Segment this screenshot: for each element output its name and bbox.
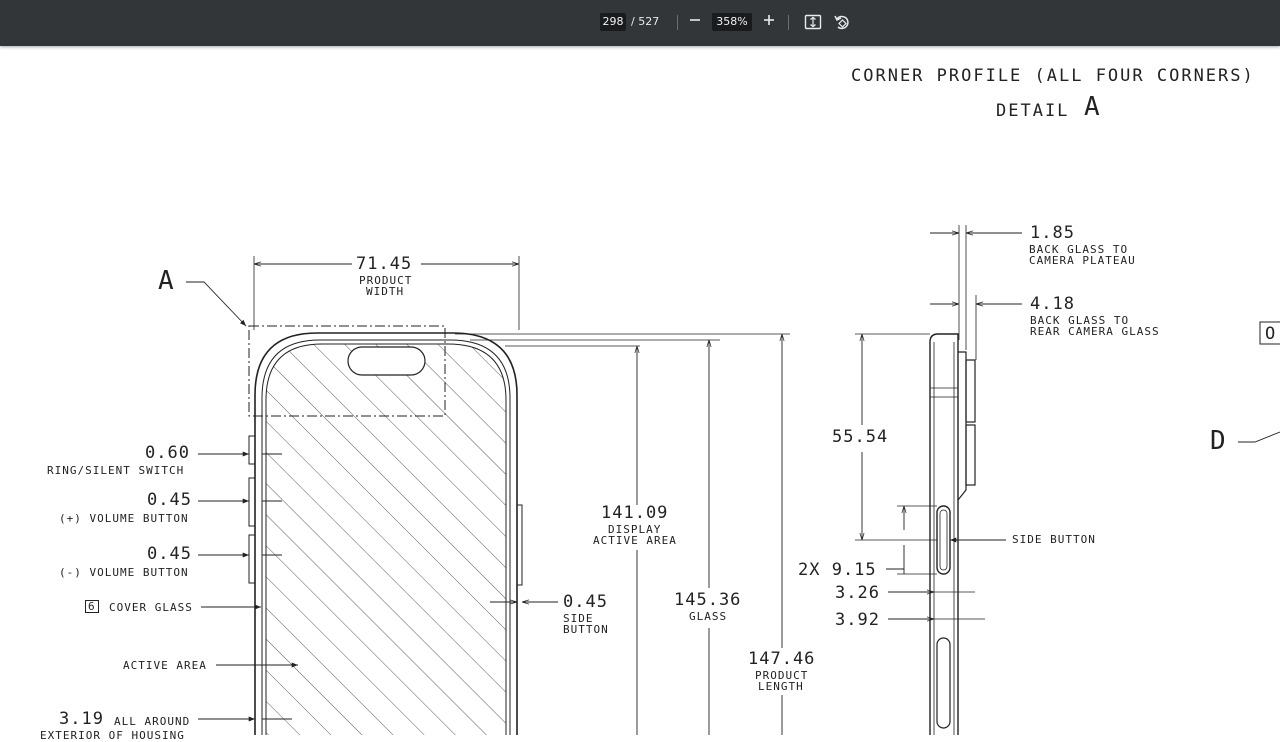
glass-length-value: 145.36	[674, 590, 742, 610]
volume-up-value: 0.45	[147, 490, 192, 510]
rotate-icon	[834, 15, 849, 30]
camera-height-value: 55.54	[832, 427, 889, 447]
detail-letter: A	[1084, 92, 1101, 122]
product-width-value: 71.45	[356, 254, 413, 274]
plus-icon	[764, 15, 774, 25]
side-view-device	[925, 333, 985, 735]
side-dim-2-value: 3.92	[835, 610, 880, 630]
button-length-value: 2X 9.15	[798, 560, 877, 580]
minus-icon	[690, 19, 700, 21]
toolbar-divider	[677, 15, 678, 30]
zoom-level-input[interactable]: 358%	[712, 13, 752, 31]
detail-label: DETAIL	[996, 101, 1070, 121]
front-view-device	[248, 325, 523, 735]
display-active-note-2: ACTIVE AREA	[593, 534, 677, 547]
side-button-gap-note-2: BUTTON	[563, 623, 609, 636]
cover-glass-number: 6	[85, 600, 99, 613]
volume-down-note: (-) VOLUME BUTTON	[59, 566, 189, 579]
camera-plateau-value: 1.85	[1030, 223, 1075, 243]
product-width-note-2: WIDTH	[366, 285, 405, 298]
fit-page-icon	[804, 14, 822, 30]
active-area-note: ACTIVE AREA	[123, 659, 207, 672]
rotate-button[interactable]	[831, 11, 853, 33]
volume-up-note: (+) VOLUME BUTTON	[59, 512, 189, 525]
zoom-in-button[interactable]	[758, 11, 780, 33]
pdf-toolbar: 298 / 527 358%	[0, 0, 1280, 46]
exterior-note-2: EXTERIOR OF HOUSING	[40, 729, 185, 742]
exterior-value: 3.19	[59, 709, 104, 729]
page-number-input[interactable]: 298	[600, 13, 626, 31]
product-length-value: 147.46	[748, 649, 816, 669]
rear-camera-note-2: REAR CAMERA GLASS	[1030, 325, 1160, 338]
volume-down-value: 0.45	[147, 544, 192, 564]
corner-profile-title: CORNER PROFILE (ALL FOUR CORNERS)	[851, 66, 1255, 86]
side-button-note: SIDE BUTTON	[1012, 533, 1096, 546]
glass-length-note: GLASS	[689, 610, 728, 623]
zoom-out-button[interactable]	[684, 11, 706, 33]
camera-plateau-note-2: CAMERA PLATEAU	[1029, 254, 1136, 267]
ring-switch-value: 0.60	[145, 443, 190, 463]
cover-glass-note: COVER GLASS	[109, 601, 193, 614]
display-active-value: 141.09	[601, 503, 669, 523]
page-total: / 527	[631, 15, 660, 28]
fit-page-button[interactable]	[802, 11, 824, 33]
rear-camera-value: 4.18	[1030, 294, 1075, 314]
ring-switch-note: RING/SILENT SWITCH	[47, 464, 185, 477]
detail-marker-a: A	[158, 266, 175, 296]
side-dim-1-value: 3.26	[835, 583, 880, 603]
side-button-gap-value: 0.45	[563, 592, 608, 612]
product-length-note-2: LENGTH	[758, 680, 804, 693]
technical-drawing	[186, 225, 1280, 735]
exterior-note: ALL AROUND	[114, 715, 191, 728]
pdf-page[interactable]: CORNER PROFILE (ALL FOUR CORNERS) DETAIL…	[0, 46, 1280, 741]
marker-o: O	[1265, 324, 1277, 344]
toolbar-divider	[788, 15, 789, 30]
detail-marker-d: D	[1210, 426, 1227, 456]
